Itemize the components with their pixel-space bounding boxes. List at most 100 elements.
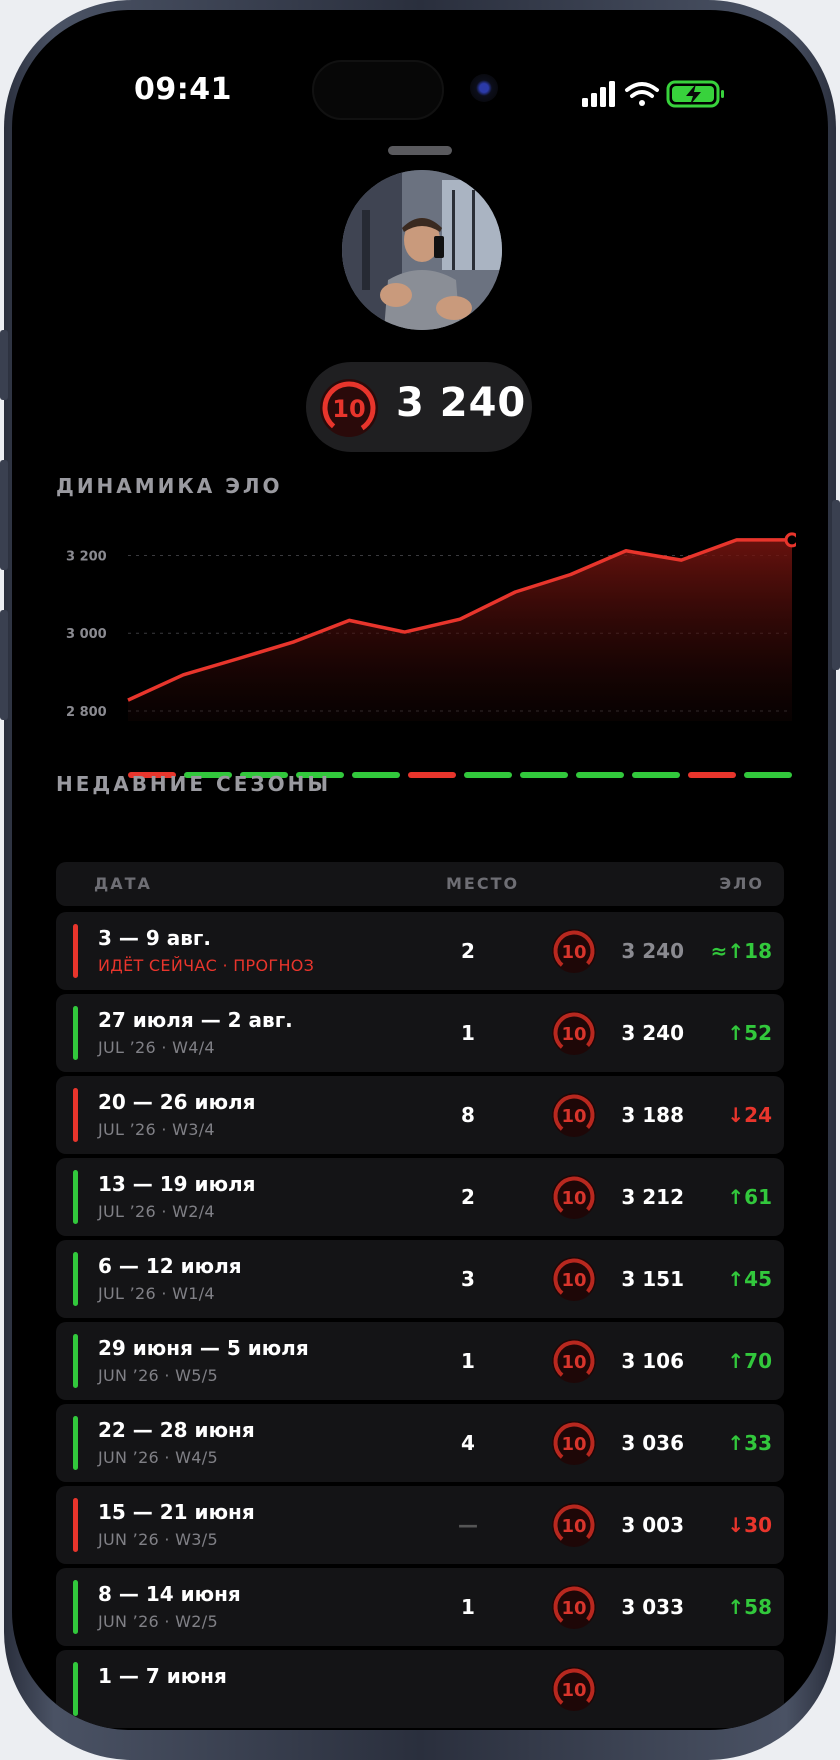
result-segment [632, 772, 680, 778]
season-subtitle: JUN ’26 · W3/5 [98, 1530, 218, 1549]
sheet-grabber[interactable] [388, 146, 452, 155]
y-tick-label: 2 800 [66, 705, 107, 720]
y-tick-label: 3 200 [66, 549, 107, 564]
season-row[interactable]: 29 июня — 5 июля JUN ’26 · W5/5 1 10 3 106 ↑7… [56, 1322, 784, 1400]
status-time: 09:41 [134, 72, 232, 107]
season-delta: ↑33 [727, 1431, 772, 1455]
header-date: ДАТА [94, 874, 152, 893]
elo-chart: 2 800 3 000 3 200 [66, 532, 796, 778]
season-dates: 13 — 19 июля [98, 1172, 256, 1196]
result-bar [73, 1088, 78, 1142]
season-row[interactable]: 8 — 14 июня JUN ’26 · W2/5 1 10 3 033 ↑58 [56, 1568, 784, 1646]
season-row[interactable]: 13 — 19 июля JUL ’26 · W2/4 2 10 3 212 ↑61 [56, 1158, 784, 1236]
season-delta: ↑58 [727, 1595, 772, 1619]
season-delta: ≈↑18 [710, 939, 772, 963]
result-segment [744, 772, 792, 778]
season-delta: ↑70 [727, 1349, 772, 1373]
result-segment [464, 772, 512, 778]
season-place: 1 [461, 1595, 475, 1619]
elo-area [128, 539, 792, 721]
level-badge-text: 10 [561, 1598, 586, 1619]
season-subtitle: JUN ’26 · W4/5 [98, 1448, 218, 1467]
season-subtitle: JUN ’26 · W5/5 [98, 1366, 218, 1385]
season-row[interactable]: 15 — 21 июня JUN ’26 · W3/5—10 3 003 ↓30 [56, 1486, 784, 1564]
level-badge-icon: 10 [552, 1339, 596, 1383]
screen: 09:41 10 3 240 ДИНАМИКА ЭЛО 2 800 3 000 … [12, 10, 828, 1730]
season-row[interactable]: 20 — 26 июля JUL ’26 · W3/4 8 10 3 188 ↓24 [56, 1076, 784, 1154]
season-place: 4 [461, 1431, 475, 1455]
elo-pill[interactable]: 10 3 240 [306, 362, 532, 452]
elo-value: 3 240 [396, 380, 527, 426]
wifi-icon [625, 82, 659, 106]
side-button [0, 610, 8, 720]
status-icons [582, 80, 724, 108]
level-badge-text: 10 [561, 1680, 586, 1701]
result-segment [576, 772, 624, 778]
result-segment [408, 772, 456, 778]
season-dates: 3 — 9 авг. [98, 926, 211, 950]
result-bar [73, 1662, 78, 1716]
result-bar [73, 1416, 78, 1470]
avatar[interactable] [342, 170, 502, 330]
level-badge-text: 10 [561, 1434, 586, 1455]
result-bar [73, 1334, 78, 1388]
seasons-table-header: ДАТА МЕСТО ЭЛО [56, 862, 784, 906]
season-place: 3 [461, 1267, 475, 1291]
season-row[interactable]: 27 июля — 2 авг. JUL ’26 · W4/4 1 10 3 240 ↑5… [56, 994, 784, 1072]
result-bar [73, 1170, 78, 1224]
level-badge-text: 10 [561, 1024, 586, 1045]
level-badge-icon: 10 [552, 929, 596, 973]
season-row[interactable]: 1 — 7 июня 10 [56, 1650, 784, 1728]
season-subtitle: JUL ’26 · W1/4 [98, 1284, 215, 1303]
season-delta: ↑61 [727, 1185, 772, 1209]
level-badge-text: 10 [561, 1352, 586, 1373]
season-delta: ↑45 [727, 1267, 772, 1291]
season-dates: 22 — 28 июня [98, 1418, 255, 1442]
season-subtitle: JUN ’26 · W2/5 [98, 1612, 218, 1631]
season-row[interactable]: 3 — 9 авг. ИДЁТ СЕЙЧАС · ПРОГНОЗ 2 10 3 240 ≈… [56, 912, 784, 990]
season-dates: 20 — 26 июля [98, 1090, 256, 1114]
status-bar: 09:41 [12, 10, 828, 130]
season-place: 1 [461, 1349, 475, 1373]
season-dates: 29 июня — 5 июля [98, 1336, 309, 1360]
y-tick-label: 3 000 [66, 627, 107, 642]
seasons-section-title: НЕДАВНИЕ СЕЗОНЫ [56, 772, 332, 796]
season-place: — [458, 1513, 478, 1537]
side-button [0, 330, 8, 400]
level-badge-icon: 10 [552, 1257, 596, 1301]
level-badge-icon: 10 [552, 1421, 596, 1465]
season-place: 1 [461, 1021, 475, 1045]
level-badge-icon: 10 [552, 1011, 596, 1055]
season-delta: ↑52 [727, 1021, 772, 1045]
battery-charging-icon [666, 80, 724, 108]
level-badge-text: 10 [561, 1516, 586, 1537]
result-bar [73, 1252, 78, 1306]
camera-icon [470, 74, 498, 102]
season-subtitle: JUL ’26 · W2/4 [98, 1202, 215, 1221]
level-badge-text: 10 [561, 1106, 586, 1127]
result-segment [352, 772, 400, 778]
season-place: 8 [461, 1103, 475, 1127]
header-place: МЕСТО [446, 874, 520, 893]
result-bar [73, 1498, 78, 1552]
elo-point[interactable] [784, 532, 796, 548]
level-badge-text: 10 [561, 1188, 586, 1209]
season-dates: 8 — 14 июня [98, 1582, 241, 1606]
signal-icon [582, 81, 615, 107]
season-row[interactable]: 6 — 12 июля JUL ’26 · W1/4 3 10 3 151 ↑45 [56, 1240, 784, 1318]
season-place: 2 [461, 1185, 475, 1209]
level-badge-icon: 10 [552, 1093, 596, 1137]
season-dates: 15 — 21 июня [98, 1500, 255, 1524]
season-dates: 1 — 7 июня [98, 1664, 227, 1688]
season-row[interactable]: 22 — 28 июня JUN ’26 · W4/5 4 10 3 036 ↑33 [56, 1404, 784, 1482]
chart-section-title: ДИНАМИКА ЭЛО [56, 474, 283, 498]
level-badge-text: 10 [561, 942, 586, 963]
season-subtitle: JUL ’26 · W3/4 [98, 1120, 215, 1139]
result-bar [73, 924, 78, 978]
side-button [0, 460, 8, 570]
season-subtitle: JUL ’26 · W4/4 [98, 1038, 215, 1057]
result-bar [73, 1580, 78, 1634]
result-bar [73, 1006, 78, 1060]
season-delta: ↓24 [727, 1103, 772, 1127]
side-button [832, 500, 840, 670]
